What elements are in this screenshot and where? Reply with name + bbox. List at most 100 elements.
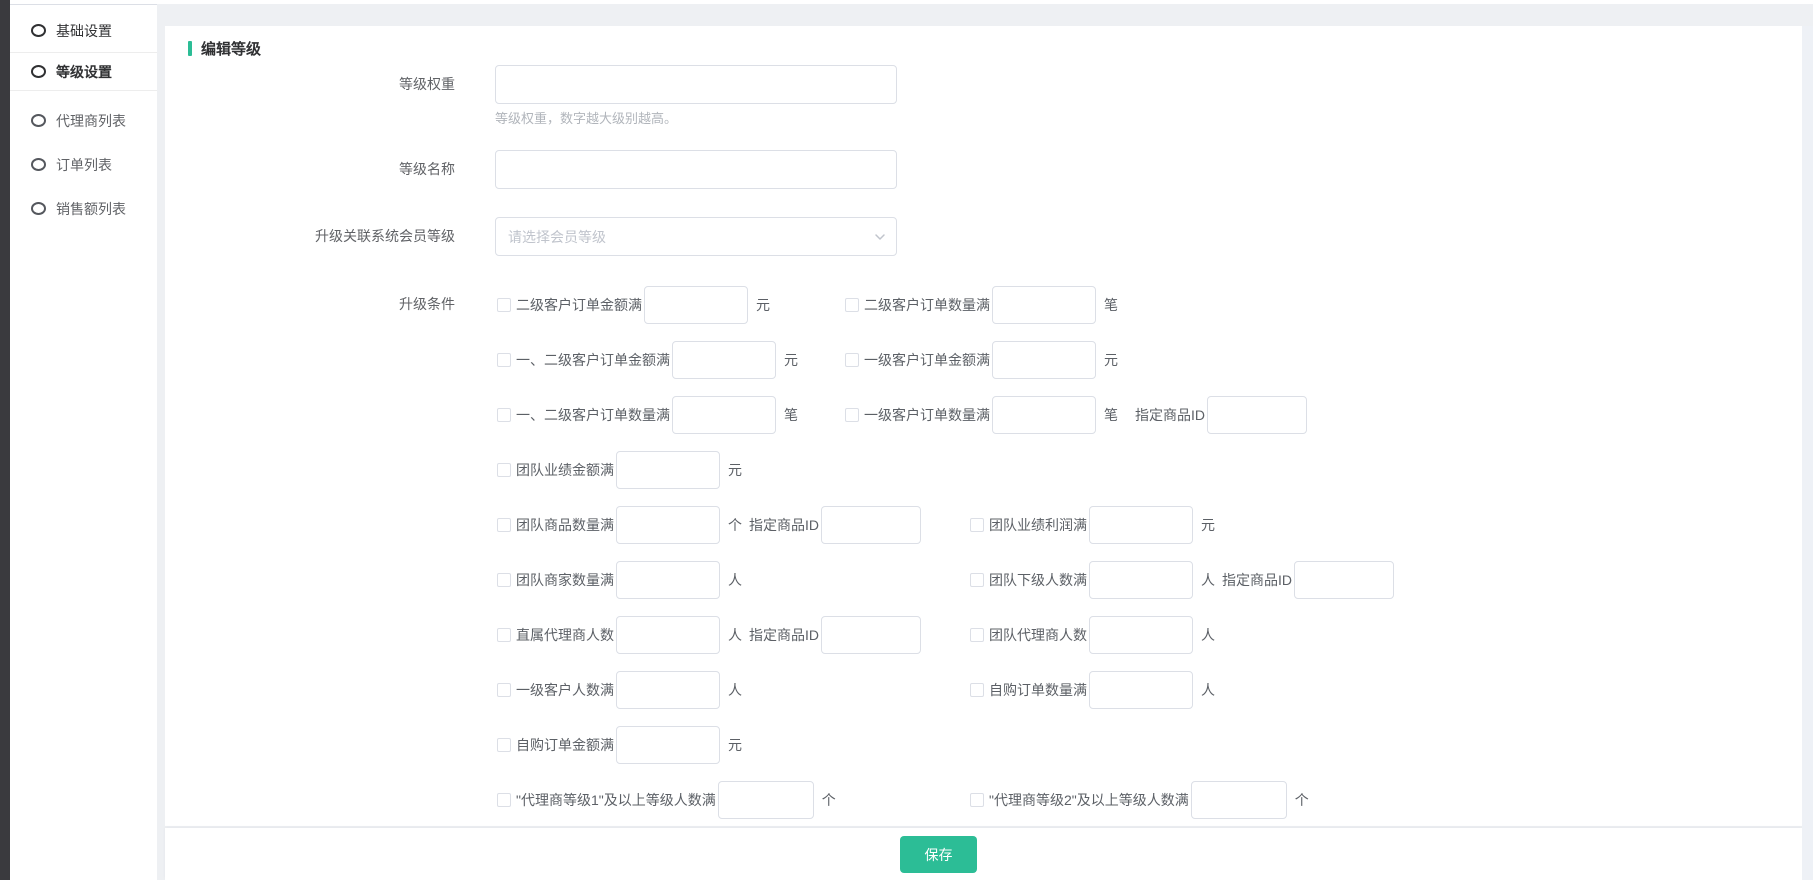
condition-value-input[interactable] [718, 781, 814, 819]
condition-unit: 笔 [784, 405, 798, 425]
sidebar-item-label: 等级设置 [56, 64, 112, 80]
condition-label: 团队代理商人数 [989, 625, 1087, 645]
condition-value-input[interactable] [616, 506, 720, 544]
condition-checkbox[interactable] [497, 353, 511, 367]
condition-label: 直属代理商人数 [516, 625, 614, 645]
condition-checkbox[interactable] [497, 683, 511, 697]
condition-label: 团队商品数量满 [516, 515, 614, 535]
condition-checkbox[interactable] [970, 683, 984, 697]
condition-row: 直属代理商人数人指定商品ID团队代理商人数人 [495, 615, 1394, 654]
member-level-select[interactable]: 请选择会员等级 [495, 217, 897, 256]
member-level-row: 升级关联系统会员等级 请选择会员等级 [188, 217, 1802, 256]
condition-item: 自购订单金额满元 [497, 726, 742, 764]
level-name-input[interactable] [495, 150, 897, 189]
condition-checkbox[interactable] [845, 298, 859, 312]
condition-value-input[interactable] [616, 561, 720, 599]
condition-item: 团队下级人数满人指定商品ID [970, 561, 1394, 599]
condition-value-input[interactable] [1191, 781, 1287, 819]
condition-checkbox[interactable] [497, 573, 511, 587]
condition-unit: 人 [728, 680, 742, 700]
condition-value-input[interactable] [616, 726, 720, 764]
condition-value-input[interactable] [616, 671, 720, 709]
sidebar-item-1[interactable]: 等级设置 [10, 53, 157, 91]
condition-label: "代理商等级2"及以上等级人数满 [989, 790, 1189, 810]
condition-unit: 个 [1295, 790, 1309, 810]
condition-checkbox[interactable] [970, 518, 984, 532]
product-id-input[interactable] [821, 616, 921, 654]
product-id-input[interactable] [1294, 561, 1394, 599]
sidebar-item-0[interactable]: 基础设置 [10, 9, 157, 53]
condition-item: 一级客户订单金额满 元 [845, 341, 1118, 379]
condition-checkbox[interactable] [497, 463, 511, 477]
condition-label: 二级客户订单金额满 [516, 295, 642, 315]
condition-label: 二级客户订单数量满 [864, 295, 990, 315]
save-button[interactable]: 保存 [900, 836, 977, 873]
condition-row: 团队业绩金额满 元 [495, 450, 1394, 489]
condition-item: 一、二级客户订单金额满 元 [497, 341, 845, 379]
condition-value-input[interactable] [616, 451, 720, 489]
scrollbar-track[interactable] [1802, 26, 1813, 880]
condition-row: 一、二级客户订单数量满笔一级客户订单数量满笔指定商品ID [495, 395, 1394, 434]
product-id-input[interactable] [1207, 396, 1307, 434]
left-dark-rail [0, 0, 10, 880]
page-title: 编辑等级 [201, 41, 261, 58]
sidebar-item-2[interactable]: 代理商列表 [10, 99, 157, 143]
condition-unit: 人 [728, 570, 742, 590]
edit-level-panel: 编辑等级 等级权重 等级权重，数字越大级别越高。 等级名称 升级关联系统会员等级… [165, 26, 1802, 826]
condition-label: 一、二级客户订单金额满 [516, 350, 670, 370]
condition-unit: 元 [1201, 515, 1215, 535]
condition-unit: 元 [1104, 350, 1118, 370]
sidebar-item-4[interactable]: 销售额列表 [10, 187, 157, 231]
condition-item: 二级客户订单金额满 元 [497, 286, 845, 324]
condition-value-input[interactable] [992, 341, 1096, 379]
condition-checkbox[interactable] [497, 793, 511, 807]
condition-row: 团队商品数量满个指定商品ID团队业绩利润满元 [495, 505, 1394, 544]
footer-bar: 保存 [165, 828, 1802, 880]
condition-checkbox[interactable] [497, 298, 511, 312]
condition-value-input[interactable] [992, 286, 1096, 324]
condition-value-input[interactable] [1089, 671, 1193, 709]
condition-checkbox[interactable] [497, 738, 511, 752]
condition-value-input[interactable] [1089, 506, 1193, 544]
condition-checkbox[interactable] [970, 628, 984, 642]
name-row: 等级名称 [188, 150, 1802, 189]
condition-value-input[interactable] [672, 396, 776, 434]
product-id-input[interactable] [821, 506, 921, 544]
condition-label: "代理商等级1"及以上等级人数满 [516, 790, 716, 810]
condition-label: 团队业绩利润满 [989, 515, 1087, 535]
condition-checkbox[interactable] [845, 408, 859, 422]
condition-value-input[interactable] [644, 286, 748, 324]
member-level-label: 升级关联系统会员等级 [188, 217, 455, 256]
product-id-label: 指定商品ID [749, 625, 819, 645]
product-id-label: 指定商品ID [1222, 570, 1292, 590]
chevron-down-icon [874, 231, 886, 243]
circle-icon [31, 158, 46, 171]
condition-value-input[interactable] [672, 341, 776, 379]
condition-value-input[interactable] [1089, 616, 1193, 654]
condition-value-input[interactable] [616, 616, 720, 654]
condition-label: 自购订单金额满 [516, 735, 614, 755]
condition-item: "代理商等级1"及以上等级人数满 个 [497, 781, 970, 819]
sidebar-item-3[interactable]: 订单列表 [10, 143, 157, 187]
member-level-placeholder: 请选择会员等级 [508, 227, 606, 247]
condition-item: 团队商家数量满人 [497, 561, 970, 599]
condition-value-input[interactable] [992, 396, 1096, 434]
condition-unit: 元 [756, 295, 770, 315]
condition-label: 一级客户订单金额满 [864, 350, 990, 370]
condition-value-input[interactable] [1089, 561, 1193, 599]
condition-checkbox[interactable] [970, 793, 984, 807]
condition-label: 团队下级人数满 [989, 570, 1087, 590]
condition-label: 团队业绩金额满 [516, 460, 614, 480]
condition-checkbox[interactable] [845, 353, 859, 367]
condition-unit: 元 [728, 460, 742, 480]
condition-checkbox[interactable] [497, 408, 511, 422]
condition-unit: 笔 [1104, 405, 1118, 425]
condition-checkbox[interactable] [497, 518, 511, 532]
condition-unit: 元 [784, 350, 798, 370]
condition-item: 直属代理商人数人指定商品ID [497, 616, 970, 654]
weight-input[interactable] [495, 65, 897, 104]
condition-unit: 个 [822, 790, 836, 810]
condition-checkbox[interactable] [970, 573, 984, 587]
condition-checkbox[interactable] [497, 628, 511, 642]
sidebar: 基础设置等级设置代理商列表订单列表销售额列表 [10, 4, 157, 880]
